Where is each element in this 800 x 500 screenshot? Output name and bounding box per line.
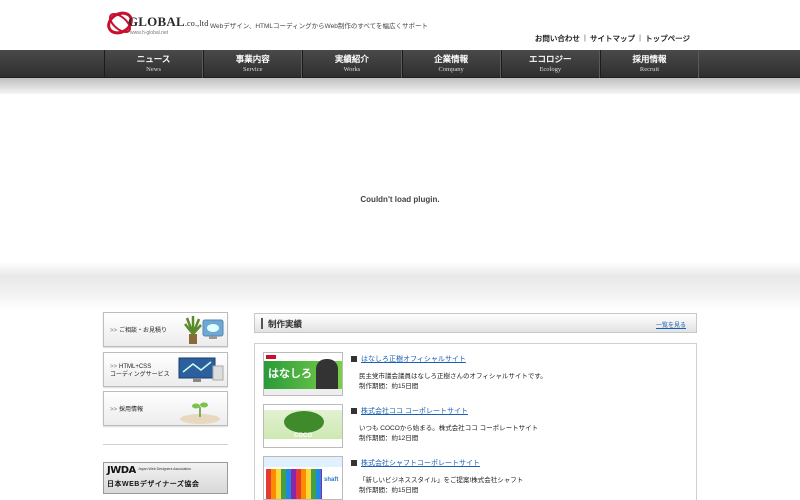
banner-recruit-info[interactable]: >> 採用情報 — [103, 391, 228, 426]
work-item: COCO 株式会社ココ コーポレートサイト いつも COCOから始まる。株式会社… — [263, 404, 693, 454]
work-title-link[interactable]: 株式会社ココ コーポレートサイト — [351, 406, 468, 416]
work-description: いつも COCOから始まる。株式会社ココ コーポレートサイト — [359, 425, 539, 432]
work-item: はなしろ はなしろ正樹オフィシャルサイト 民主党市議会議員はなしろ正樹さんのオフ… — [263, 352, 693, 402]
site-tagline: Webデザイン、HTMLコーディングからWeb制作のすべてを幅広くサポート — [210, 23, 428, 30]
util-link-sitemap[interactable]: サイトマップ — [586, 33, 639, 44]
site-logo[interactable]: GLOBAL.co.,ltd www.h-global.net — [106, 6, 209, 40]
plugin-placeholder[interactable]: Couldn't load plugin. — [0, 94, 800, 262]
nav-item-news[interactable]: ニュース News — [104, 50, 204, 78]
logo-text: GLOBAL.co.,ltd — [128, 14, 209, 29]
works-view-all-link[interactable]: 一覧を見る — [656, 320, 686, 329]
banner-consult-estimate[interactable]: >> ご相談・お見積り — [103, 312, 228, 347]
nav-item-recruit[interactable]: 採用情報 Recruit — [599, 50, 700, 78]
work-thumbnail[interactable]: shaft — [263, 456, 343, 500]
work-title-link[interactable]: はなしろ正樹オフィシャルサイト — [351, 354, 466, 364]
plant-monitor-illustration-icon — [184, 316, 224, 344]
work-period: 制作期間：約15日間 — [359, 487, 419, 494]
nav-item-ecology[interactable]: エコロジー Ecology — [500, 50, 600, 78]
utility-links: お問い合わせ | サイトマップ | トップページ — [531, 33, 694, 44]
hands-sprout-illustration-icon — [180, 402, 220, 424]
nav-item-service[interactable]: 事業内容 Service — [203, 50, 303, 78]
util-link-contact[interactable]: お問い合わせ — [531, 33, 584, 44]
work-item: shaft 株式会社シャフトコーポレートサイト 「新しいビジネススタイル」をご提… — [263, 456, 693, 500]
work-period: 制作期間：約12日間 — [359, 435, 419, 442]
logo-url: www.h-global.net — [130, 30, 169, 36]
sidebar-divider — [103, 444, 228, 445]
banner-html-css-coding[interactable]: >> HTML+CSS コーディングサービス — [103, 352, 228, 387]
banner-jwda[interactable]: JWDA Japan Web Designers Association 日本W… — [103, 462, 228, 494]
nav-item-company[interactable]: 企業情報 Company — [401, 50, 501, 78]
work-thumbnail[interactable]: はなしろ — [263, 352, 343, 396]
site-header: GLOBAL.co.,ltd www.h-global.net Webデザイン、… — [0, 0, 800, 50]
works-heading: 制作実績 — [268, 320, 303, 330]
work-period: 制作期間：約15日間 — [359, 383, 419, 390]
work-title-link[interactable]: 株式会社シャフトコーポレートサイト — [351, 458, 480, 468]
work-description: 「新しいビジネススタイル」をご提案!株式会社シャフト — [359, 477, 524, 484]
content-top-band — [0, 262, 800, 310]
work-description: 民主党市議会議員はなしろ正樹さんのオフィシャルサイトです。 — [359, 373, 547, 380]
global-nav: ニュース News 事業内容 Service 実績紹介 Works 企業情報 C… — [0, 50, 800, 78]
work-thumbnail[interactable]: COCO — [263, 404, 343, 448]
nav-shadow-band — [0, 78, 800, 94]
util-link-top[interactable]: トップページ — [641, 33, 694, 44]
nav-item-works[interactable]: 実績紹介 Works — [302, 50, 402, 78]
works-list: はなしろ はなしろ正樹オフィシャルサイト 民主党市議会議員はなしろ正樹さんのオフ… — [254, 343, 697, 500]
monitors-illustration-icon — [178, 357, 224, 382]
plugin-error-message: Couldn't load plugin. — [360, 195, 440, 204]
works-section-header: 制作実績 一覧を見る — [254, 313, 697, 333]
